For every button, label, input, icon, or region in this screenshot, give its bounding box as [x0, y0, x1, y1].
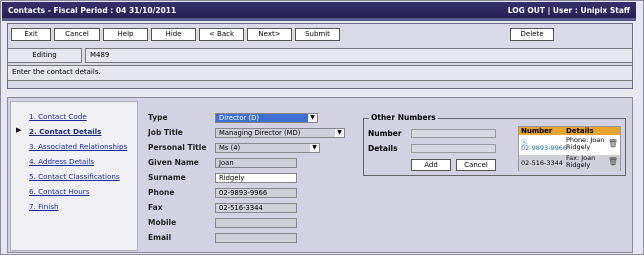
- surname-label: Surname: [148, 173, 186, 182]
- other-number-field[interactable]: [411, 129, 496, 138]
- delete-button[interactable]: Delete: [510, 28, 554, 41]
- chevron-down-icon: ▼: [310, 144, 319, 152]
- delete-row-icon[interactable]: 🗑: [608, 139, 618, 148]
- app-window: Contacts - Fiscal Period : 04 31/10/2011…: [0, 0, 644, 255]
- mobile-label: Mobile: [148, 218, 177, 227]
- email-label: Email: [148, 233, 172, 242]
- cancel-button[interactable]: Cancel: [54, 28, 100, 41]
- col-number-header: Number: [521, 127, 553, 135]
- other-numbers-group: Other Numbers Number Details Add Cancel …: [363, 113, 626, 176]
- exit-button[interactable]: Exit: [11, 28, 51, 41]
- table-row[interactable]: 02-516-3344 Fax: Joan Ridgely 🗑: [519, 155, 620, 171]
- step-associated-relationships[interactable]: 3. Associated Relationships: [29, 142, 127, 151]
- instruction-message: Enter the contact details.: [7, 65, 633, 81]
- other-details-field[interactable]: [411, 144, 496, 153]
- other-numbers-table: Number Details Ⓢ 02-9893-9966 Phone: Joa…: [518, 126, 621, 171]
- delete-row-icon[interactable]: 🗑: [608, 157, 618, 166]
- user-label: | User : Unipix Staff: [547, 6, 630, 15]
- phone-field[interactable]: 02-9893-9966: [215, 188, 297, 198]
- table-header: Number Details: [519, 127, 620, 135]
- window-title: Contacts - Fiscal Period : 04 31/10/2011: [8, 6, 177, 15]
- wizard-panel: ▶ 1. Contact Code 2. Contact Details 3. …: [7, 97, 633, 253]
- next-button[interactable]: Next>: [247, 28, 292, 41]
- row-number: 02-9893-9966: [521, 144, 568, 152]
- help-button[interactable]: Help: [103, 28, 148, 41]
- step-contact-code[interactable]: 1. Contact Code: [29, 112, 87, 121]
- user-area: LOG OUT | User : Unipix Staff: [508, 6, 630, 15]
- edit-status-row: Editing M489: [7, 48, 633, 64]
- given-name-field[interactable]: Joan: [215, 158, 297, 168]
- step-contact-details[interactable]: 2. Contact Details: [29, 127, 101, 136]
- other-number-label: Number: [368, 129, 402, 138]
- table-row[interactable]: Ⓢ 02-9893-9966 Phone: Joan Ridgely 🗑: [519, 137, 620, 153]
- add-number-button[interactable]: Add: [411, 159, 451, 171]
- chevron-down-icon: ▼: [308, 114, 317, 122]
- step-contact-classifications[interactable]: 5. Contact Classifications: [29, 172, 120, 181]
- hide-button[interactable]: Hide: [151, 28, 196, 41]
- wizard-steps: ▶ 1. Contact Code 2. Contact Details 3. …: [10, 101, 138, 251]
- type-label: Type: [148, 113, 168, 122]
- other-numbers-legend: Other Numbers: [369, 113, 438, 122]
- surname-field[interactable]: Ridgely: [215, 173, 297, 183]
- title-bar: Contacts - Fiscal Period : 04 31/10/2011…: [2, 2, 636, 18]
- step-finish[interactable]: 7. Finish: [29, 202, 59, 211]
- step-contact-hours[interactable]: 6. Contact Hours: [29, 187, 89, 196]
- personal-title-select[interactable]: Ms (4) ▼: [215, 143, 320, 153]
- mobile-field[interactable]: [215, 218, 297, 228]
- job-title-label: Job Title: [148, 128, 183, 137]
- current-step-arrow-icon: ▶: [16, 126, 22, 134]
- record-code: M489: [85, 48, 633, 63]
- type-value: Director (D): [219, 114, 260, 122]
- personal-title-value: Ms (4): [219, 144, 241, 152]
- job-title-select[interactable]: Managing Director (MD) ▼: [215, 128, 345, 138]
- row-details: Phone: Joan Ridgely: [566, 136, 605, 151]
- step-address-details[interactable]: 4. Address Details: [29, 157, 94, 166]
- row-details: Fax: Joan Ridgely: [566, 154, 596, 169]
- fax-field[interactable]: 02-516-3344: [215, 203, 297, 213]
- mode-label: Editing: [7, 48, 82, 63]
- given-name-label: Given Name: [148, 158, 199, 167]
- phone-label: Phone: [148, 188, 175, 197]
- submit-button[interactable]: Submit: [295, 28, 340, 41]
- cancel-number-button[interactable]: Cancel: [456, 159, 496, 171]
- email-field[interactable]: [215, 233, 297, 243]
- chevron-down-icon: ▼: [335, 129, 344, 137]
- logout-link[interactable]: LOG OUT: [508, 6, 545, 15]
- title-divider: [2, 18, 636, 21]
- type-select[interactable]: Director (D) ▼: [215, 113, 318, 123]
- job-title-value: Managing Director (MD): [219, 129, 301, 137]
- personal-title-label: Personal Title: [148, 143, 207, 152]
- col-details-header: Details: [566, 127, 594, 135]
- back-button[interactable]: < Back: [199, 28, 244, 41]
- fax-label: Fax: [148, 203, 163, 212]
- other-details-label: Details: [368, 144, 398, 153]
- row-number: 02-516-3344: [521, 159, 563, 167]
